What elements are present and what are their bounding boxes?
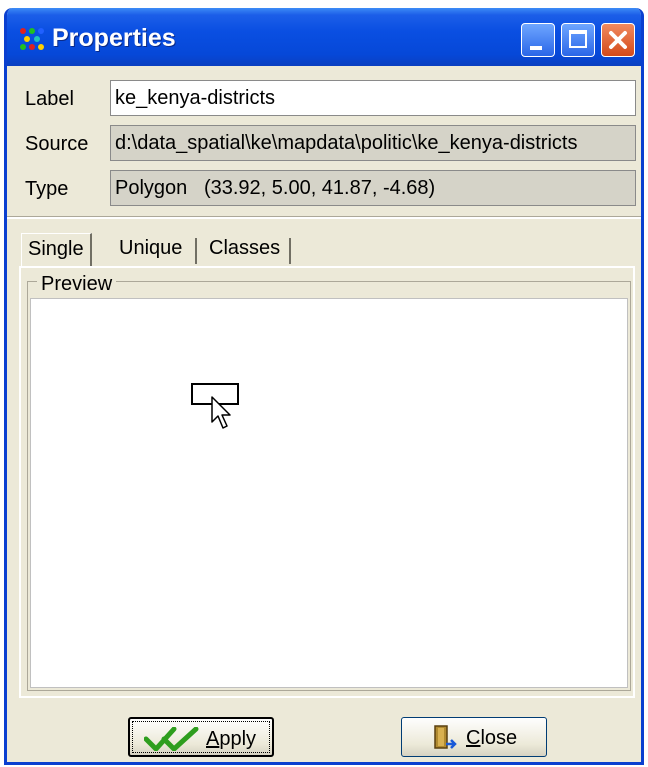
title-bar[interactable]: Properties — [7, 8, 641, 66]
minimize-button[interactable] — [521, 23, 555, 57]
window-title: Properties — [52, 24, 176, 52]
properties-window: Properties Label ke_kenya-districts Sour… — [4, 8, 644, 765]
source-field: d:\data_spatial\ke\mapdata\politic\ke_ke… — [110, 125, 636, 161]
close-button[interactable]: Close — [401, 717, 547, 757]
tab-separator — [289, 238, 291, 264]
tab-separator — [195, 238, 197, 264]
tab-single[interactable]: Single — [21, 233, 92, 267]
maximize-button[interactable] — [561, 23, 595, 57]
preview-canvas[interactable] — [30, 298, 628, 688]
close-icon — [609, 31, 627, 49]
apply-button[interactable]: Apply — [128, 717, 274, 757]
app-dots-icon — [20, 28, 44, 50]
minimize-icon — [530, 46, 542, 50]
close-window-button[interactable] — [601, 23, 635, 57]
label-input[interactable]: ke_kenya-districts — [110, 80, 636, 116]
tab-unique[interactable]: Unique — [113, 233, 188, 267]
apply-label: Apply — [206, 728, 257, 750]
door-exit-icon — [434, 725, 457, 749]
label-caption: Label — [25, 88, 74, 110]
tab-classes[interactable]: Classes — [203, 233, 286, 267]
maximize-icon — [569, 30, 587, 48]
double-checkmark-icon — [144, 727, 199, 751]
source-caption: Source — [25, 133, 89, 155]
separator — [7, 216, 641, 219]
type-caption: Type — [25, 178, 69, 200]
mouse-cursor-icon — [211, 396, 231, 429]
close-label: Close — [466, 727, 518, 749]
preview-title: Preview — [37, 273, 117, 296]
type-field: Polygon (33.92, 5.00, 41.87, -4.68) — [110, 170, 636, 206]
